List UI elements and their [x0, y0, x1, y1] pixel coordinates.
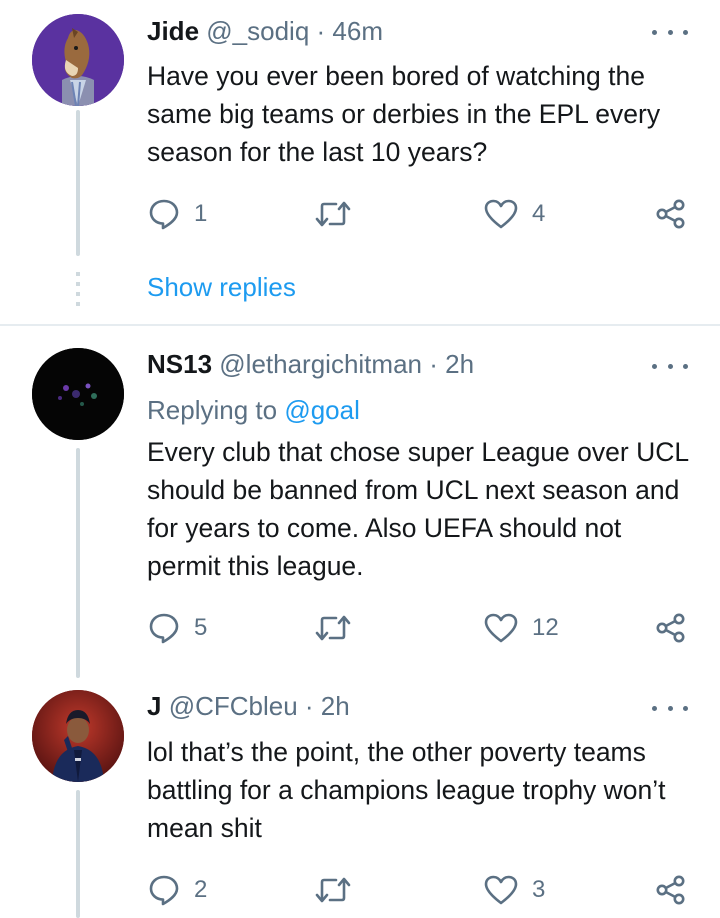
- timestamp[interactable]: · 2h: [429, 349, 474, 379]
- tweet-header: NS13 @lethargichitman · 2h: [147, 348, 474, 380]
- username[interactable]: @lethargichitman: [219, 349, 422, 379]
- share-icon: [656, 613, 685, 643]
- reply-icon: [149, 875, 179, 906]
- avatar[interactable]: [32, 14, 124, 106]
- replying-to-mention[interactable]: @goal: [284, 395, 360, 425]
- replying-to-label: Replying to: [147, 395, 278, 425]
- share-icon: [656, 199, 685, 229]
- display-name[interactable]: Jide: [147, 16, 199, 46]
- more-replies-dots: [76, 272, 80, 306]
- thread-line: [76, 448, 80, 678]
- retweet-icon: [315, 201, 351, 227]
- share-icon: [656, 875, 685, 905]
- tweet-header: J @CFCbleu · 2h: [147, 690, 350, 722]
- thread-line: [76, 790, 80, 918]
- tweet-header: Jide @_sodiq · 46m: [147, 15, 383, 47]
- retweet-icon: [315, 877, 351, 903]
- avatar[interactable]: [32, 348, 124, 440]
- dark-avatar-icon: [32, 348, 124, 440]
- like-count: 3: [532, 876, 546, 903]
- like-button[interactable]: 12: [484, 612, 559, 644]
- more-options-icon[interactable]: [652, 698, 688, 718]
- heart-icon: [484, 613, 518, 643]
- show-replies-link[interactable]: Show replies: [147, 271, 296, 303]
- tweet-text: Every club that chose super League over …: [147, 437, 689, 581]
- tweet-1[interactable]: Jide @_sodiq · 46m Have you ever been bo…: [0, 0, 720, 324]
- tweet-text: lol that’s the point, the other poverty …: [147, 737, 666, 843]
- more-options-icon[interactable]: [652, 356, 688, 376]
- heart-icon: [484, 875, 518, 905]
- tweet-2[interactable]: NS13 @lethargichitman · 2h Replying to @…: [0, 326, 720, 678]
- reply-button[interactable]: 5: [148, 612, 207, 644]
- like-count: 12: [532, 614, 559, 641]
- timestamp[interactable]: · 2h: [305, 691, 350, 721]
- reply-button[interactable]: 2: [148, 874, 207, 906]
- reply-count: 1: [194, 200, 208, 227]
- like-button[interactable]: 3: [484, 874, 545, 906]
- reply-icon: [149, 613, 179, 644]
- share-button[interactable]: [655, 612, 687, 644]
- username[interactable]: @_sodiq: [206, 16, 309, 46]
- avatar[interactable]: [32, 690, 124, 782]
- horse-cartoon-avatar-icon: [32, 14, 124, 106]
- reply-count: 5: [194, 614, 208, 641]
- tweet-3[interactable]: J @CFCbleu · 2h lol that’s the point, th…: [0, 678, 720, 918]
- display-name[interactable]: J: [147, 691, 161, 721]
- retweet-button[interactable]: [314, 198, 366, 230]
- person-avatar-icon: [32, 690, 124, 782]
- timestamp[interactable]: · 46m: [317, 16, 383, 46]
- heart-icon: [484, 199, 518, 229]
- thread-line: [76, 110, 80, 256]
- username[interactable]: @CFCbleu: [169, 691, 298, 721]
- reply-button[interactable]: 1: [148, 198, 207, 230]
- retweet-icon: [315, 615, 351, 641]
- retweet-button[interactable]: [314, 612, 366, 644]
- reply-icon: [149, 199, 179, 230]
- more-options-icon[interactable]: [652, 22, 688, 42]
- retweet-button[interactable]: [314, 874, 366, 906]
- share-button[interactable]: [655, 874, 687, 906]
- replying-to: Replying to @goal: [147, 394, 360, 426]
- reply-count: 2: [194, 876, 208, 903]
- share-button[interactable]: [655, 198, 687, 230]
- tweet-text: Have you ever been bored of watching the…: [147, 61, 661, 167]
- like-button[interactable]: 4: [484, 198, 545, 230]
- display-name[interactable]: NS13: [147, 349, 212, 379]
- like-count: 4: [532, 200, 546, 227]
